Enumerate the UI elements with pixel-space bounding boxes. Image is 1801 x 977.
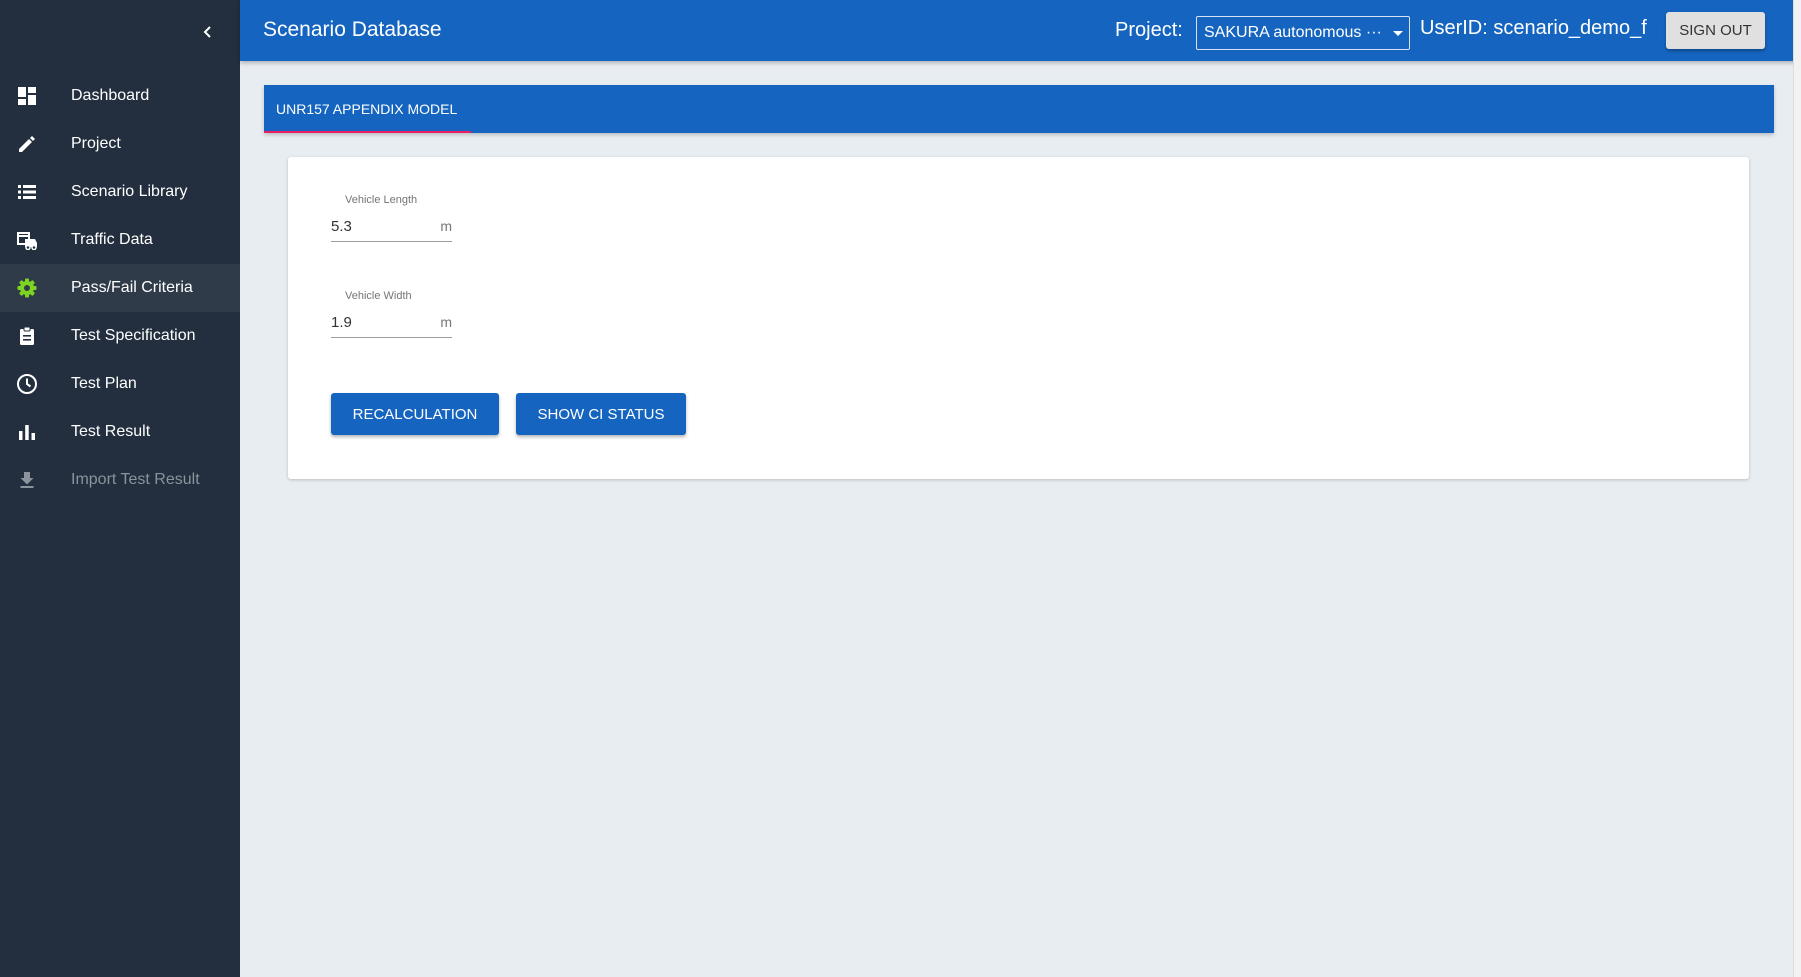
recalculation-button[interactable]: RECALCULATION: [331, 393, 499, 435]
chevron-down-icon: [1393, 31, 1403, 36]
app-header: Scenario Database Project: SAKURA autono…: [240, 0, 1801, 61]
sidebar-item-test-specification[interactable]: Test Specification: [0, 312, 240, 360]
sidebar-item-label: Test Result: [71, 423, 151, 440]
gear-icon: [15, 276, 39, 300]
sidebar-item-label: Pass/Fail Criteria: [71, 279, 193, 296]
list-icon: [15, 180, 39, 204]
sidebar: Dashboard Project Scenario Library Traff…: [0, 0, 240, 977]
vehicle-width-input[interactable]: 1.9: [331, 312, 452, 334]
app-title: Scenario Database: [263, 18, 442, 41]
vehicle-length-input[interactable]: 5.3: [331, 216, 452, 238]
sidebar-item-dashboard[interactable]: Dashboard: [0, 72, 240, 120]
sidebar-item-label: Test Plan: [71, 375, 137, 392]
sidebar-item-project[interactable]: Project: [0, 120, 240, 168]
sidebar-nav: Dashboard Project Scenario Library Traff…: [0, 72, 240, 504]
show-ci-status-button[interactable]: SHOW CI STATUS: [516, 393, 686, 435]
chevron-left-icon: [203, 26, 211, 38]
tab-active-indicator: [264, 131, 471, 133]
pencil-icon: [15, 132, 39, 156]
settings-card: Vehicle Length 5.3 m Vehicle Width 1.9 m…: [288, 157, 1749, 479]
project-select-value: SAKURA autonomous ···: [1204, 24, 1382, 41]
tab-unr157-appendix-model[interactable]: UNR157 APPENDIX MODEL: [264, 85, 471, 133]
tab-bar: UNR157 APPENDIX MODEL: [264, 85, 1774, 133]
input-underline: [331, 241, 452, 242]
sidebar-item-label: Scenario Library: [71, 183, 188, 200]
vehicle-icon: [15, 228, 39, 252]
clock-icon: [15, 372, 39, 396]
sign-out-button[interactable]: SIGN OUT: [1666, 12, 1765, 49]
sidebar-item-test-plan[interactable]: Test Plan: [0, 360, 240, 408]
sidebar-item-scenario-library[interactable]: Scenario Library: [0, 168, 240, 216]
sidebar-item-test-result[interactable]: Test Result: [0, 408, 240, 456]
sidebar-item-pass-fail-criteria[interactable]: Pass/Fail Criteria: [0, 264, 240, 312]
vehicle-length-unit: m: [440, 218, 452, 234]
vehicle-length-label: Vehicle Length: [345, 194, 418, 206]
vehicle-width-unit: m: [440, 314, 452, 330]
clipboard-icon: [15, 324, 39, 348]
sidebar-item-label: Project: [71, 135, 121, 152]
vehicle-width-label: Vehicle Width: [345, 290, 412, 302]
sidebar-item-label: Dashboard: [71, 87, 150, 104]
sidebar-item-label: Traffic Data: [71, 231, 153, 248]
sidebar-item-label: Import Test Result: [71, 471, 200, 488]
sidebar-item-traffic-data[interactable]: Traffic Data: [0, 216, 240, 264]
input-underline: [331, 337, 452, 338]
download-icon: [15, 468, 39, 492]
project-label: Project:: [1115, 19, 1183, 41]
dashboard-icon: [15, 84, 39, 108]
bar-chart-icon: [15, 420, 39, 444]
sidebar-item-label: Test Specification: [71, 327, 196, 344]
tab-label: UNR157 APPENDIX MODEL: [276, 101, 458, 117]
collapse-sidebar-button[interactable]: [196, 20, 220, 44]
scrollbar[interactable]: [1793, 0, 1801, 977]
sidebar-item-import-test-result[interactable]: Import Test Result: [0, 456, 240, 504]
user-id-label: UserID: scenario_demo_f: [1420, 17, 1647, 39]
project-select[interactable]: SAKURA autonomous ···: [1196, 16, 1410, 50]
